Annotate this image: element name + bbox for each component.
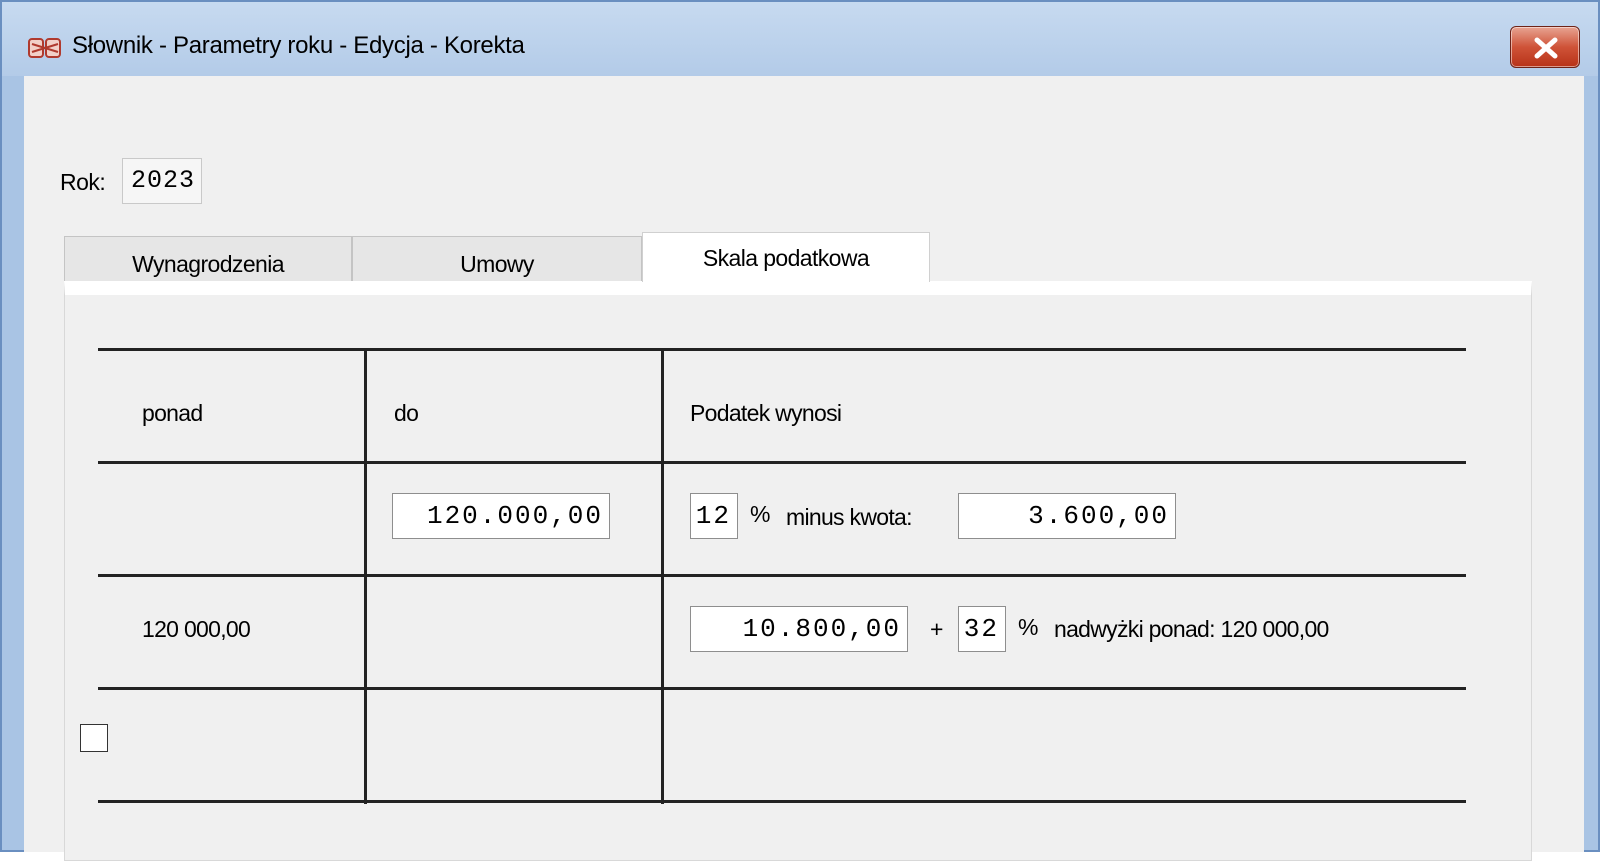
year-label: Rok: [60,169,106,195]
tab-panel [64,281,1532,861]
table-divider [661,348,664,804]
dialog-window: Słownik - Parametry roku - Edycja - Kore… [0,0,1600,861]
table-rule [98,800,1466,803]
table-rule [98,461,1466,464]
table-divider [364,348,367,804]
table-rule [98,687,1466,690]
dialog-body: Rok: 2023 Wynagrodzenia Umowy Skala poda… [24,76,1584,861]
window-title: Słownik - Parametry roku - Edycja - Kore… [72,32,525,59]
header-to: do [394,400,419,426]
over-value: 120 000,00 [142,616,251,642]
percent-sign-2: % [1018,614,1038,640]
minus-amount-label: minus kwota: [786,504,913,530]
rate-field-1[interactable]: 12 [690,493,738,539]
percent-sign-1: % [750,501,770,527]
close-button[interactable] [1510,26,1580,68]
table-rule [98,574,1466,577]
surplus-label: nadwyżki ponad: 120 000,00 [1054,616,1329,642]
tab-skala-podatkowa[interactable]: Skala podatkowa [642,232,930,282]
year-field[interactable]: 2023 [122,158,202,204]
rate-field-2[interactable]: 32 [958,606,1006,652]
tab-wynagrodzenia[interactable]: Wynagrodzenia [64,236,352,282]
header-tax: Podatek wynosi [690,400,842,426]
table-rule [98,348,1466,351]
app-icon [28,38,61,58]
close-icon [1534,37,1558,59]
title-bar[interactable]: Słownik - Parametry roku - Edycja - Kore… [2,2,1598,76]
tab-umowy[interactable]: Umowy [352,236,642,282]
base-tax-field[interactable]: 10.800,00 [690,606,908,652]
add-bracket-checkbox[interactable] [80,724,108,752]
header-over: ponad [142,400,203,426]
threshold-to-field[interactable]: 120.000,00 [392,493,610,539]
minus-amount-field[interactable]: 3.600,00 [958,493,1176,539]
plus-sign: + [930,616,943,642]
